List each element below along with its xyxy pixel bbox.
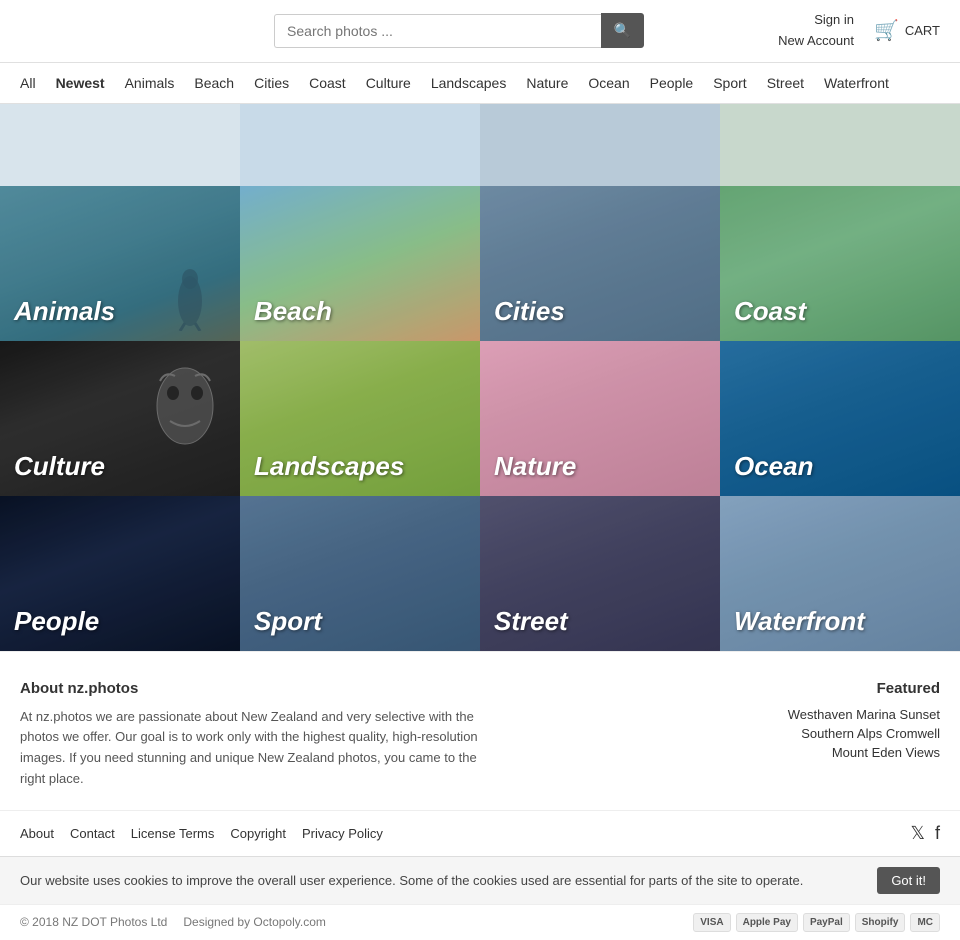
designed-by-text: Designed by Octopoly.com [183,915,326,929]
new-account-link[interactable]: New Account [778,33,854,48]
footer-social: 𝕏 f [910,823,940,844]
category-label: Culture [14,451,105,482]
twitter-icon[interactable]: 𝕏 [910,823,925,844]
footer-featured: Featured Westhaven Marina Sunset Souther… [740,680,940,790]
logo [20,23,140,39]
category-label: Sport [254,606,322,637]
featured-link-2[interactable]: Southern Alps Cromwell [740,726,940,741]
search-icon: 🔍 [614,22,631,38]
category-landscapes[interactable]: Landscapes [240,341,480,496]
footer-featured-title: Featured [740,680,940,697]
cart-icon: 🛒 [874,18,899,43]
category-animals[interactable]: Animals [0,186,240,341]
auth-links: Sign in New Account [778,10,854,52]
payment-icon-mc: MC [910,913,940,932]
spacer-2 [240,104,480,186]
footer-privacy-link[interactable]: Privacy Policy [302,826,383,841]
footer-license-link[interactable]: License Terms [131,826,215,841]
spacer-4 [720,104,960,186]
payment-icon-apple: Apple Pay [736,913,798,932]
category-street[interactable]: Street [480,496,720,651]
category-beach[interactable]: Beach [240,186,480,341]
category-label: Coast [734,296,806,327]
nav-item-animals[interactable]: Animals [115,63,185,103]
category-label: Street [494,606,568,637]
copyright-text: © 2018 NZ DOT Photos Ltd [20,915,167,929]
cookie-accept-button[interactable]: Got it! [877,867,940,894]
category-culture[interactable]: Culture [0,341,240,496]
cart-button[interactable]: 🛒 CART [874,18,940,43]
header-right: Sign in New Account 🛒 CART [778,10,940,52]
featured-link-3[interactable]: Mount Eden Views [740,745,940,760]
facebook-icon[interactable]: f [935,823,940,844]
search-input[interactable] [274,14,601,48]
payment-icon-paypal: PayPal [803,913,850,932]
category-label: Ocean [734,451,814,482]
payment-icons: VISA Apple Pay PayPal Shopify MC [693,913,940,932]
category-coast[interactable]: Coast [720,186,960,341]
nav-item-waterfront[interactable]: Waterfront [814,63,899,103]
category-label: Waterfront [734,606,865,637]
category-label: Nature [494,451,576,482]
nav-item-people[interactable]: People [640,63,704,103]
spacer-3 [480,104,720,186]
bird-silhouette [160,251,220,331]
cookie-banner: Our website uses cookies to improve the … [0,856,960,904]
nav-item-sport[interactable]: Sport [703,63,756,103]
footer-copyright-link[interactable]: Copyright [230,826,286,841]
footer-copy-row: © 2018 NZ DOT Photos Ltd Designed by Oct… [0,904,960,940]
category-nature[interactable]: Nature [480,341,720,496]
nav: All Newest Animals Beach Cities Coast Cu… [0,63,960,104]
cookie-text: Our website uses cookies to improve the … [20,871,857,891]
payment-icon-shopify: Shopify [855,913,906,932]
footer-links: About Contact License Terms Copyright Pr… [20,826,383,841]
category-sport[interactable]: Sport [240,496,480,651]
category-cities[interactable]: Cities [480,186,720,341]
footer-about-text: At nz.photos we are passionate about New… [20,707,480,790]
footer-main: About nz.photos At nz.photos we are pass… [0,651,960,810]
search-button[interactable]: 🔍 [601,13,644,48]
footer-copy: © 2018 NZ DOT Photos Ltd Designed by Oct… [20,915,326,929]
category-ocean[interactable]: Ocean [720,341,960,496]
category-label: Cities [494,296,565,327]
footer-about: About nz.photos At nz.photos we are pass… [20,680,480,790]
nav-item-coast[interactable]: Coast [299,63,356,103]
category-label: Animals [14,296,115,327]
category-label: People [14,606,99,637]
category-label: Landscapes [254,451,404,482]
sign-in-link[interactable]: Sign in [814,12,854,27]
nav-item-landscapes[interactable]: Landscapes [421,63,517,103]
footer-about-link[interactable]: About [20,826,54,841]
nav-item-cities[interactable]: Cities [244,63,299,103]
nav-item-beach[interactable]: Beach [184,63,244,103]
footer-about-title: About nz.photos [20,680,480,697]
category-grid: Animals Beach Cities Coast Culture [0,104,960,651]
footer-bottom: About Contact License Terms Copyright Pr… [0,810,960,856]
category-waterfront[interactable]: Waterfront [720,496,960,651]
maori-mask [145,351,225,461]
cart-label: CART [905,23,940,38]
category-people[interactable]: People [0,496,240,651]
spacer-1 [0,104,240,186]
nav-item-street[interactable]: Street [757,63,814,103]
header: 🔍 Sign in New Account 🛒 CART [0,0,960,63]
search-form: 🔍 [274,13,644,48]
nav-item-ocean[interactable]: Ocean [578,63,639,103]
nav-item-culture[interactable]: Culture [356,63,421,103]
nav-item-nature[interactable]: Nature [516,63,578,103]
featured-link-1[interactable]: Westhaven Marina Sunset [740,707,940,722]
nav-item-all[interactable]: All [10,63,46,103]
category-label: Beach [254,296,332,327]
footer-contact-link[interactable]: Contact [70,826,115,841]
nav-item-newest[interactable]: Newest [46,63,115,103]
payment-icon-visa: VISA [693,913,730,932]
